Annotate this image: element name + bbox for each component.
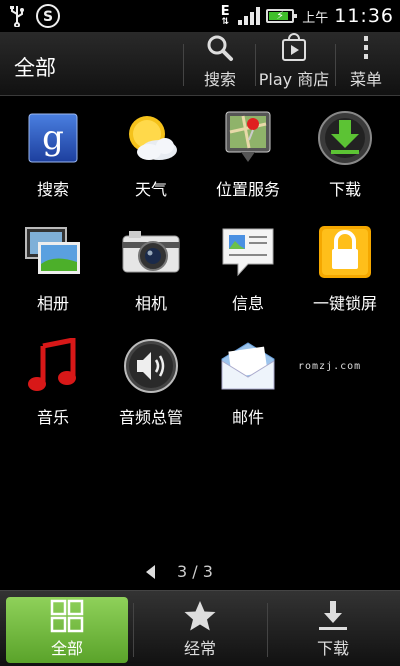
lock-screen-icon [315, 222, 375, 282]
divider [267, 603, 268, 657]
app-label: 邮件 [231, 408, 264, 427]
tab-all-label: 全部 [50, 639, 83, 658]
audio-manager-icon [121, 336, 181, 396]
app-label: 相机 [134, 294, 167, 313]
search-button-label: 搜索 [203, 70, 236, 89]
gallery-icon [23, 222, 83, 282]
weather-icon [121, 108, 181, 168]
app-label: 信息 [231, 294, 264, 313]
google-search-icon: g [23, 108, 83, 168]
menu-dots-icon [361, 32, 371, 64]
status-ampm: 上午 [302, 10, 329, 26]
svg-text:S: S [43, 9, 53, 25]
usb-icon [8, 5, 26, 31]
tab-all[interactable]: 全部 [6, 597, 128, 663]
tab-downloads-label: 下载 [316, 639, 349, 658]
app-camera[interactable]: 相机 [101, 214, 201, 314]
app-messages[interactable]: 信息 [198, 214, 298, 314]
app-mail[interactable]: 邮件 [198, 328, 298, 428]
mail-icon [218, 336, 278, 396]
location-services-icon [218, 108, 278, 168]
bottom-tab-bar: 全部 经常 下载 [0, 590, 400, 666]
download-icon [315, 108, 375, 168]
camera-icon [121, 222, 181, 282]
app-audio-manager[interactable]: 音频总管 [101, 328, 201, 428]
play-store-button[interactable]: Play 商店 [256, 32, 332, 96]
app-location-services[interactable]: 位置服务 [198, 100, 298, 200]
battery-icon: ⚡ [266, 9, 298, 23]
app-label: 搜索 [36, 180, 69, 199]
app-label: 天气 [134, 180, 167, 199]
app-label: 一键锁屏 [312, 294, 377, 313]
app-search[interactable]: g 搜索 [3, 100, 103, 200]
menu-button[interactable]: 菜单 [336, 32, 396, 96]
page-indicator: 3 / 3 [146, 562, 213, 581]
sync-app-icon: S [36, 4, 60, 32]
music-icon [23, 336, 83, 396]
action-bar: 全部 搜索 Play 商店 菜单 [0, 32, 400, 96]
page-number: 3 / 3 [177, 562, 213, 581]
play-store-icon [279, 32, 309, 64]
signal-strength-icon [238, 7, 261, 25]
tab-downloads[interactable]: 下载 [272, 597, 394, 663]
app-label: 音乐 [36, 408, 69, 427]
divider [183, 44, 184, 86]
search-icon [205, 32, 235, 64]
app-music[interactable]: 音乐 [3, 328, 103, 428]
svg-text:g: g [42, 118, 64, 158]
network-type-indicator: E ⇅ [220, 3, 230, 27]
app-gallery[interactable]: 相册 [3, 214, 103, 314]
app-weather[interactable]: 天气 [101, 100, 201, 200]
tab-frequent[interactable]: 经常 [139, 597, 261, 663]
app-label: 位置服务 [215, 180, 280, 199]
status-bar: S E ⇅ ⚡ 上午 11:36 [0, 0, 400, 32]
search-button[interactable]: 搜索 [190, 32, 250, 96]
app-lock-screen[interactable]: 一键锁屏 [295, 214, 395, 314]
play-store-label: Play 商店 [258, 70, 330, 89]
star-icon [183, 597, 217, 635]
page-prev-icon[interactable] [146, 564, 155, 579]
divider [133, 603, 134, 657]
download-tray-icon [316, 597, 350, 635]
page-title: 全部 [14, 56, 56, 80]
all-apps-grid-icon [50, 597, 84, 635]
app-label: 音频总管 [118, 408, 183, 427]
messages-icon [218, 222, 278, 282]
app-label: 下载 [328, 180, 361, 199]
app-label: 相册 [36, 294, 69, 313]
status-time: 11:36 [334, 5, 394, 27]
watermark: romzj.com [298, 361, 362, 372]
menu-label: 菜单 [349, 70, 382, 89]
app-download[interactable]: 下载 [295, 100, 395, 200]
tab-frequent-label: 经常 [183, 639, 216, 658]
